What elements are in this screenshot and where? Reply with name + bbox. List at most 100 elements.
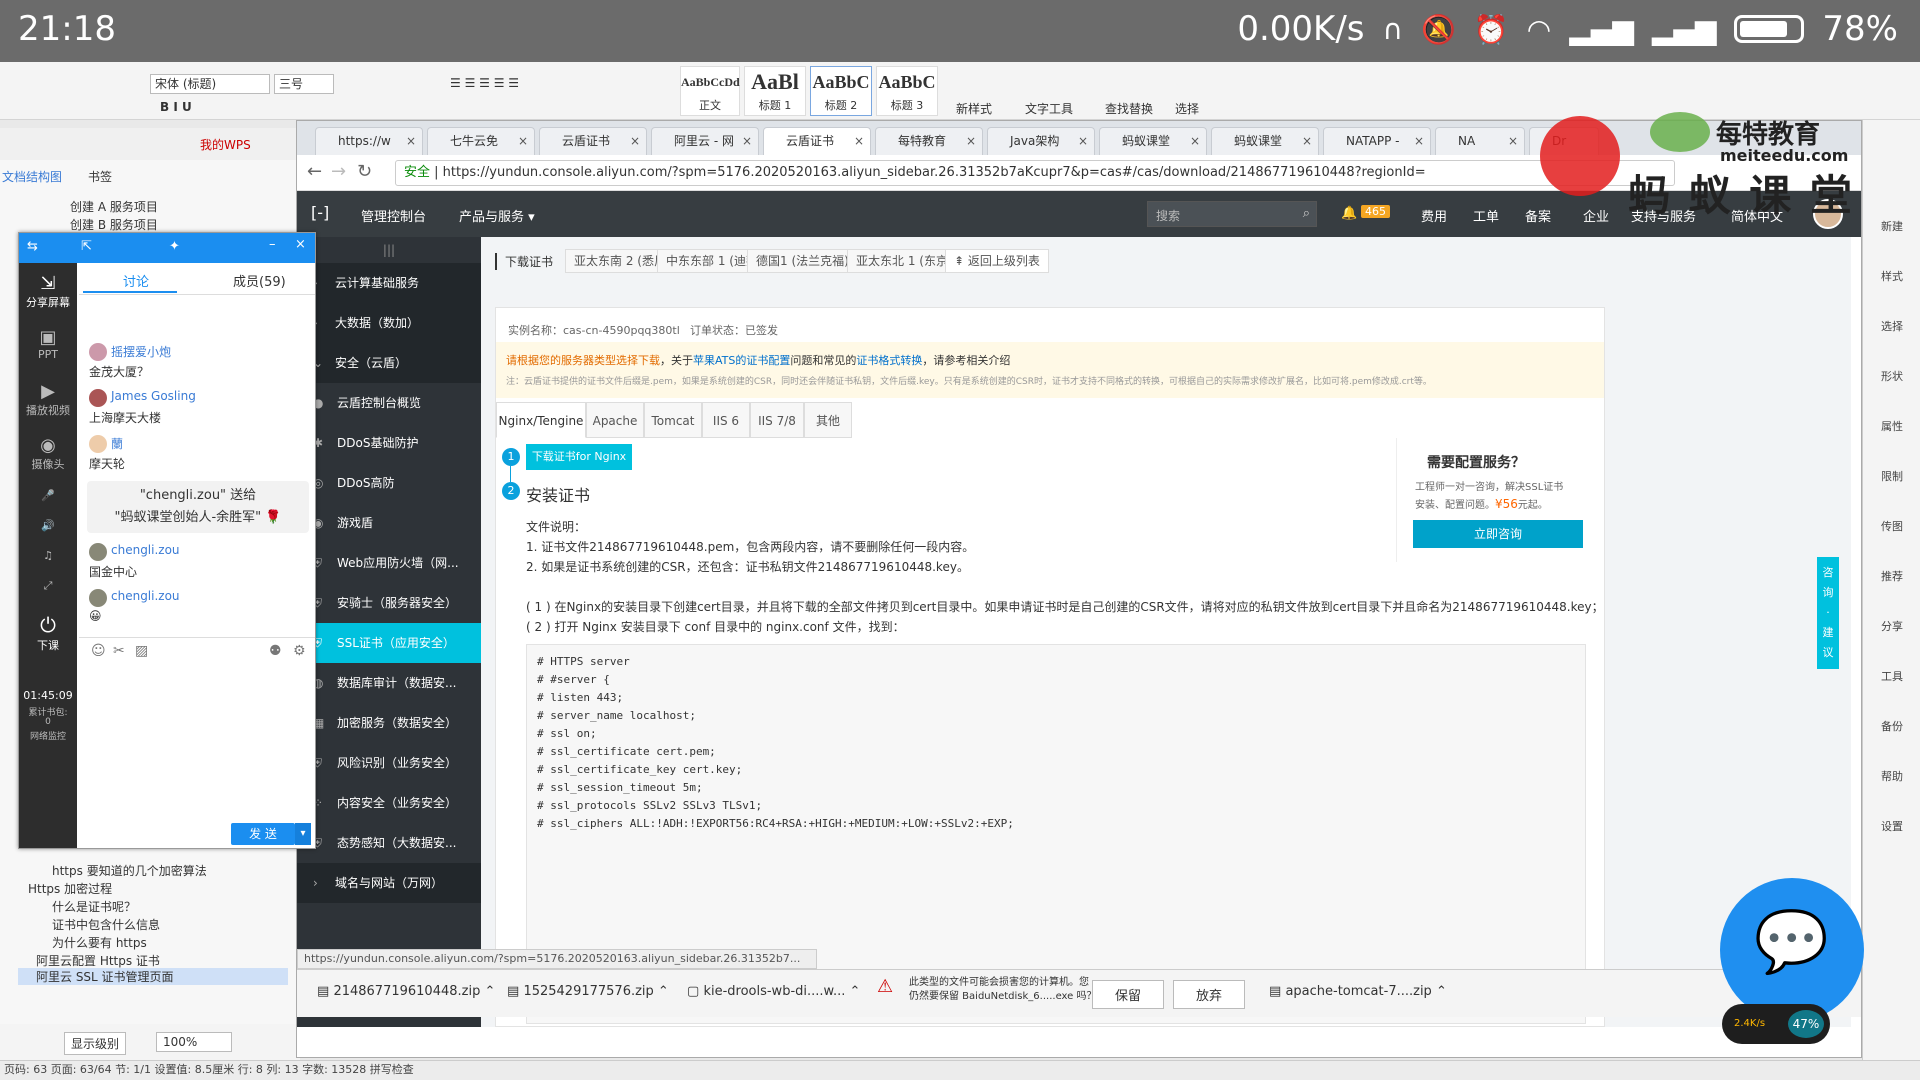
message-sender[interactable]: James Gosling — [111, 389, 196, 403]
size-select[interactable]: 三号 — [274, 74, 334, 94]
tab[interactable]: 蚂蚁课堂 × — [1211, 127, 1319, 155]
tab[interactable]: Java架构 × — [987, 127, 1095, 155]
ticket-link[interactable]: 工单 — [1473, 206, 1499, 225]
export-icon[interactable]: ⇱ — [81, 239, 92, 254]
products-menu[interactable]: 产品与服务 ▾ — [459, 206, 535, 225]
send-options-icon[interactable]: ▾ — [295, 823, 311, 845]
image-icon[interactable]: ▨ — [135, 643, 148, 659]
ppt-button[interactable]: ▣ PPT — [19, 327, 77, 361]
docmap-item[interactable]: 为什么要有 https — [52, 934, 147, 951]
download-item[interactable]: ▤ apache-tomcat-7....zip ⌃ — [1269, 984, 1447, 999]
discard-button[interactable]: 放弃 — [1173, 980, 1246, 1009]
fee-link[interactable]: 费用 — [1421, 206, 1447, 225]
aliyun-logo-icon[interactable]: [-] — [311, 203, 329, 222]
sidebar-tools[interactable]: 工具 — [1863, 668, 1920, 684]
tab-nginx[interactable]: Nginx/Tengine — [496, 402, 586, 438]
message-sender[interactable]: 摇摆爱小炮 — [111, 343, 171, 360]
find-replace-button[interactable]: 查找替换 — [1105, 100, 1153, 117]
float-chat-bubble[interactable]: 💬 — [1720, 878, 1864, 1022]
tab-tomcat[interactable]: Tomcat — [644, 402, 702, 438]
sidebar-item-ssl[interactable]: ⛨ SSL证书（应用安全） — [297, 623, 481, 663]
tab[interactable]: 每特教育 × — [875, 127, 983, 155]
tab-docmap[interactable]: 文档结构图 — [2, 168, 62, 185]
sidebar-recommend[interactable]: 推荐 — [1863, 568, 1920, 584]
tab-discuss[interactable]: 讨论 — [123, 271, 149, 290]
camera-button[interactable]: ◉ 摄像头 — [19, 435, 77, 472]
paragraph-tools[interactable]: ☰ ☰ ☰ ☰ ☰ — [450, 76, 519, 90]
users-icon[interactable]: ⚉ — [269, 643, 282, 659]
text-tools-button[interactable]: 文字工具 — [1025, 100, 1073, 117]
tab-apache[interactable]: Apache — [586, 402, 644, 438]
sidebar-upload[interactable]: 传图 — [1863, 518, 1920, 534]
display-level-select[interactable]: 显示级别 — [64, 1032, 127, 1055]
fullscreen-icon[interactable]: ⤢ — [19, 579, 77, 593]
message-sender[interactable]: chengli.zou — [111, 589, 180, 603]
scissors-icon[interactable]: ✂ — [113, 643, 125, 659]
tab-active[interactable]: 云盾证书 × — [763, 127, 871, 155]
sidebar-group[interactable]: ›大数据（数加） — [297, 303, 481, 343]
sidebar-select[interactable]: 选择 — [1863, 318, 1920, 334]
style-h3[interactable]: AaBbC 标题 3 — [876, 66, 938, 116]
docmap-item[interactable]: https 要知道的几个加密算法 — [52, 862, 207, 879]
docmap-item[interactable]: 阿里云配置 Https 证书 — [36, 952, 160, 969]
send-button[interactable]: 发 送 — [231, 823, 295, 845]
tab[interactable]: 七牛云免 × — [427, 127, 535, 155]
chat-input[interactable] — [79, 667, 315, 817]
bell-icon[interactable]: 🔔 — [1341, 206, 1357, 221]
speaker-icon[interactable]: 🔊 — [19, 519, 77, 532]
download-item[interactable]: ▢ kie-drools-wb-di....w... ⌃ — [687, 984, 860, 999]
tab-iis6[interactable]: IIS 6 — [702, 402, 750, 438]
tab-bookmark[interactable]: 书签 — [88, 168, 112, 185]
feedback-float[interactable]: 咨询 · 建议 — [1817, 557, 1839, 669]
consult-button[interactable]: 立即咨询 — [1413, 520, 1583, 548]
sidebar-item[interactable]: ✱ DDoS基础防护 — [297, 423, 481, 463]
font-select[interactable]: 宋体 (标题) — [150, 74, 270, 94]
docmap-item[interactable]: 创建 B 服务项目 — [70, 216, 158, 233]
docmap-item[interactable]: 证书中包含什么信息 — [52, 916, 160, 933]
sidebar-item[interactable]: ⁘ 内容安全（业务安全） — [297, 783, 481, 823]
style-h2[interactable]: AaBbC 标题 2 — [810, 66, 872, 116]
sidebar-style[interactable]: 样式 — [1863, 268, 1920, 284]
download-nginx-button[interactable]: 下载证书for Nginx — [526, 444, 632, 470]
keep-button[interactable]: 保留 — [1092, 980, 1165, 1009]
style-normal[interactable]: AaBbCcDd 正文 — [680, 66, 740, 116]
message-sender[interactable]: 蘭 — [111, 435, 123, 452]
emoji-icon[interactable]: ☺ — [91, 643, 106, 659]
sidebar-props[interactable]: 属性 — [1863, 418, 1920, 434]
sidebar-item[interactable]: ⛨ 风险识别（业务安全） — [297, 743, 481, 783]
region-tab[interactable]: 德国1 (法兰克福) — [747, 249, 858, 273]
sidebar-new[interactable]: 新建 — [1863, 218, 1920, 234]
console-search[interactable]: 搜索 ⌕ — [1147, 201, 1317, 227]
gear-icon[interactable]: ⚙ — [293, 643, 306, 659]
style-h1[interactable]: AaBl 标题 1 — [744, 66, 806, 116]
tab[interactable]: 蚂蚁课堂 × — [1099, 127, 1207, 155]
back-icon[interactable]: ← — [307, 161, 322, 182]
sidebar-shape[interactable]: 形状 — [1863, 368, 1920, 384]
sidebar-item[interactable]: ⛨ Web应用防火墙（网... — [297, 543, 481, 583]
sidebar-help[interactable]: 帮助 — [1863, 768, 1920, 784]
tab-iis78[interactable]: IIS 7/8 — [750, 402, 804, 438]
sidebar-group[interactable]: ›云计算基础服务 — [297, 263, 481, 303]
sidebar-item[interactable]: ⛨ 态势感知（大数据安... — [297, 823, 481, 863]
sidebar-share[interactable]: 分享 — [1863, 618, 1920, 634]
sidebar-item[interactable]: ◉ 游戏盾 — [297, 503, 481, 543]
docmap-item-selected[interactable]: 阿里云 SSL 证书管理页面 — [18, 968, 288, 985]
sidebar-item[interactable]: ◍ 数据库审计（数据安... — [297, 663, 481, 703]
new-style-button[interactable]: 新样式 — [956, 100, 992, 117]
tab-members[interactable]: 成员(59) — [233, 271, 286, 290]
docmap-item[interactable]: 什么是证书呢？ — [52, 898, 136, 915]
music-icon[interactable]: ♫ — [19, 549, 77, 562]
message-sender[interactable]: chengli.zou — [111, 543, 180, 557]
docmap-item[interactable]: 创建 A 服务项目 — [70, 198, 158, 215]
download-item[interactable]: ▤ 1525429177576.zip ⌃ — [507, 984, 669, 999]
url-input[interactable]: 安全 | https://yundun.console.aliyun.com/?… — [395, 160, 1675, 186]
sidebar-item[interactable]: ● 云盾控制台概览 — [297, 383, 481, 423]
share-screen-button[interactable]: ⇲ 分享屏幕 — [19, 273, 77, 310]
tab[interactable]: https://w × — [315, 127, 423, 155]
tab[interactable]: 云盾证书 × — [539, 127, 647, 155]
forward-icon[interactable]: → — [331, 161, 346, 182]
sidebar-group[interactable]: ⌄ 安全（云盾） — [297, 343, 481, 383]
tab-other[interactable]: 其他 — [804, 402, 852, 438]
collapse-handle[interactable]: ||| — [297, 237, 481, 263]
reload-icon[interactable]: ↻ — [357, 161, 372, 182]
